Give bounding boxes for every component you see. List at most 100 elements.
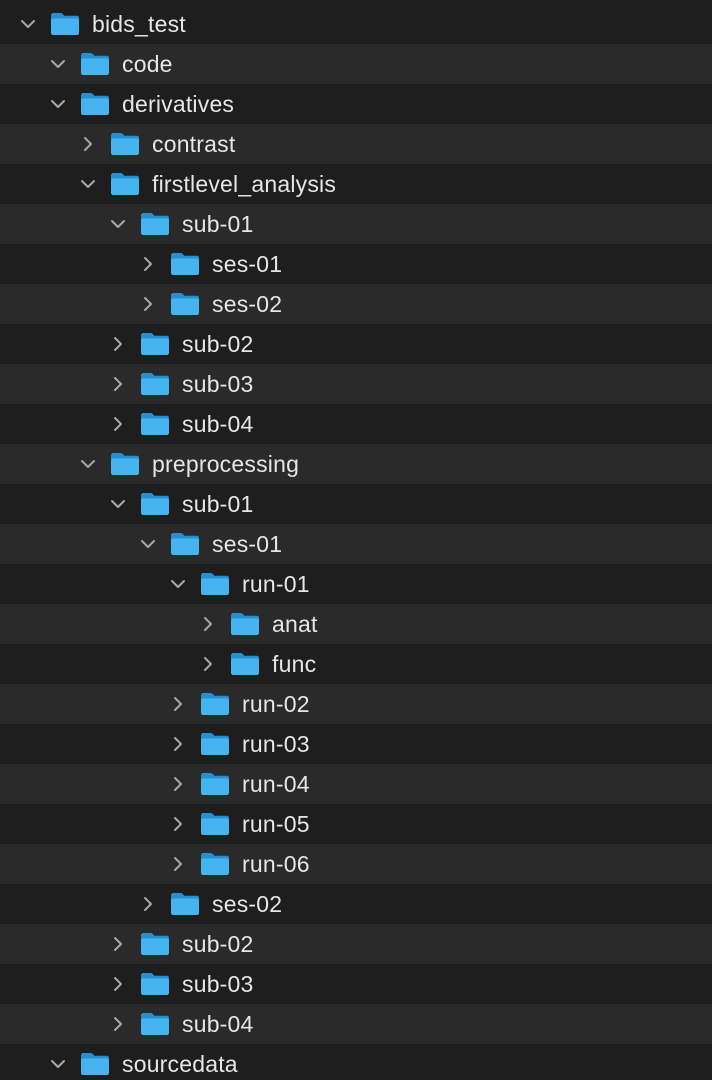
folder-icon <box>110 172 140 196</box>
tree-row[interactable]: sub-01 <box>0 484 712 524</box>
tree-row-label: sub-04 <box>182 411 254 437</box>
tree-row[interactable]: anat <box>0 604 712 644</box>
tree-row[interactable]: preprocessing <box>0 444 712 484</box>
tree-row-label: run-04 <box>242 771 310 797</box>
tree-row-label: run-06 <box>242 851 310 877</box>
tree-row-label: derivatives <box>122 91 235 117</box>
folder-icon <box>200 692 230 716</box>
tree-row[interactable]: sub-04 <box>0 404 712 444</box>
tree-row[interactable]: run-01 <box>0 564 712 604</box>
tree-row[interactable]: run-02 <box>0 684 712 724</box>
chevron-right-icon[interactable] <box>110 976 126 992</box>
folder-icon <box>230 612 260 636</box>
chevron-down-icon[interactable] <box>80 456 96 472</box>
tree-row[interactable]: ses-01 <box>0 244 712 284</box>
chevron-right-icon[interactable] <box>140 296 156 312</box>
tree-row-label: run-01 <box>242 571 310 597</box>
tree-row-label: sub-04 <box>182 1011 254 1037</box>
chevron-right-icon[interactable] <box>140 256 156 272</box>
chevron-down-icon[interactable] <box>110 496 126 512</box>
folder-icon <box>140 1012 170 1036</box>
chevron-down-icon[interactable] <box>20 16 36 32</box>
chevron-down-icon[interactable] <box>50 1056 66 1072</box>
folder-icon <box>140 972 170 996</box>
chevron-down-icon[interactable] <box>110 216 126 232</box>
tree-row-label: sub-02 <box>182 331 254 357</box>
tree-row-label: func <box>272 651 317 677</box>
chevron-right-icon[interactable] <box>110 1016 126 1032</box>
folder-icon <box>110 452 140 476</box>
folder-icon <box>50 12 80 36</box>
folder-icon <box>80 92 110 116</box>
tree-row-label: run-02 <box>242 691 310 717</box>
tree-row-label: sub-01 <box>182 211 254 237</box>
tree-row[interactable]: sourcedata <box>0 1044 712 1080</box>
tree-row-label: contrast <box>152 131 236 157</box>
folder-icon <box>170 292 200 316</box>
chevron-right-icon[interactable] <box>110 336 126 352</box>
tree-row[interactable]: run-06 <box>0 844 712 884</box>
chevron-right-icon[interactable] <box>140 896 156 912</box>
tree-row[interactable]: sub-04 <box>0 1004 712 1044</box>
tree-row-label: run-03 <box>242 731 310 757</box>
chevron-right-icon[interactable] <box>80 136 96 152</box>
tree-row[interactable]: run-05 <box>0 804 712 844</box>
chevron-down-icon[interactable] <box>80 176 96 192</box>
tree-row-label: run-05 <box>242 811 310 837</box>
tree-row[interactable]: sub-02 <box>0 924 712 964</box>
tree-row-label: sub-01 <box>182 491 254 517</box>
tree-row[interactable]: sub-03 <box>0 364 712 404</box>
chevron-right-icon[interactable] <box>170 736 186 752</box>
chevron-right-icon[interactable] <box>200 656 216 672</box>
tree-row-label: ses-01 <box>212 251 283 277</box>
folder-icon <box>200 572 230 596</box>
chevron-down-icon[interactable] <box>140 536 156 552</box>
folder-icon <box>170 252 200 276</box>
tree-row-label: sub-02 <box>182 931 254 957</box>
folder-icon <box>140 412 170 436</box>
chevron-right-icon[interactable] <box>170 816 186 832</box>
tree-row[interactable]: run-04 <box>0 764 712 804</box>
tree-row-label: ses-02 <box>212 891 283 917</box>
chevron-right-icon[interactable] <box>170 856 186 872</box>
chevron-right-icon[interactable] <box>110 936 126 952</box>
folder-icon <box>140 932 170 956</box>
tree-row[interactable]: sub-03 <box>0 964 712 1004</box>
tree-row[interactable]: bids_test <box>0 4 712 44</box>
tree-row-label: sub-03 <box>182 371 254 397</box>
chevron-right-icon[interactable] <box>110 376 126 392</box>
folder-icon <box>200 732 230 756</box>
tree-row-label: firstlevel_analysis <box>152 171 337 197</box>
chevron-right-icon[interactable] <box>110 416 126 432</box>
folder-icon <box>140 212 170 236</box>
tree-row[interactable]: ses-02 <box>0 884 712 924</box>
tree-row[interactable]: ses-02 <box>0 284 712 324</box>
folder-icon <box>230 652 260 676</box>
tree-row[interactable]: ses-01 <box>0 524 712 564</box>
tree-row[interactable]: contrast <box>0 124 712 164</box>
tree-row[interactable]: sub-01 <box>0 204 712 244</box>
tree-row[interactable]: sub-02 <box>0 324 712 364</box>
chevron-right-icon[interactable] <box>170 776 186 792</box>
tree-row-label: ses-02 <box>212 291 283 317</box>
chevron-down-icon[interactable] <box>170 576 186 592</box>
chevron-down-icon[interactable] <box>50 96 66 112</box>
folder-icon <box>140 372 170 396</box>
tree-row[interactable]: run-03 <box>0 724 712 764</box>
chevron-down-icon[interactable] <box>50 56 66 72</box>
folder-icon <box>170 532 200 556</box>
folder-icon <box>170 892 200 916</box>
tree-row[interactable]: func <box>0 644 712 684</box>
folder-icon <box>140 332 170 356</box>
folder-icon <box>140 492 170 516</box>
tree-row-label: anat <box>272 611 318 637</box>
tree-row-label: preprocessing <box>152 451 300 477</box>
chevron-right-icon[interactable] <box>170 696 186 712</box>
tree-row[interactable]: derivatives <box>0 84 712 124</box>
folder-icon <box>200 852 230 876</box>
tree-row[interactable]: code <box>0 44 712 84</box>
tree-row-label: code <box>122 51 173 77</box>
chevron-right-icon[interactable] <box>200 616 216 632</box>
tree-row-label: sub-03 <box>182 971 254 997</box>
tree-row[interactable]: firstlevel_analysis <box>0 164 712 204</box>
